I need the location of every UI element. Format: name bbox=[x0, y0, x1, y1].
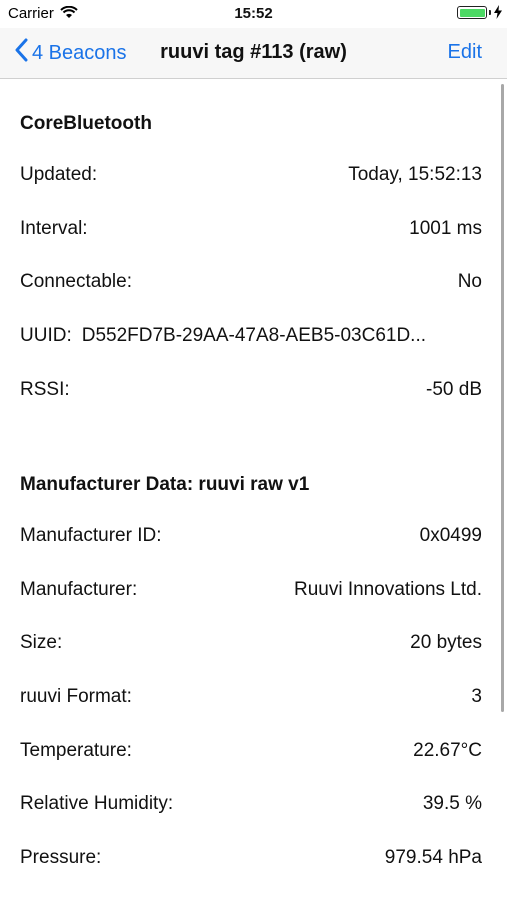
row-label: ruuvi Format: bbox=[20, 686, 132, 707]
row-size: Size: 20 bytes bbox=[20, 632, 482, 660]
vertical-scrollbar[interactable] bbox=[501, 84, 504, 712]
row-label: Manufacturer: bbox=[20, 579, 138, 600]
row-value: D552FD7B-29AA-47A8-AEB5-03C61D... bbox=[81, 325, 427, 346]
row-interval: Interval: 1001 ms bbox=[20, 218, 482, 246]
row-label: Interval: bbox=[20, 218, 88, 239]
chevron-left-icon bbox=[14, 38, 28, 68]
row-manufacturer: Manufacturer: Ruuvi Innovations Ltd. bbox=[20, 579, 482, 607]
row-value: 979.54 hPa bbox=[384, 847, 482, 868]
back-button-label: 4 Beacons bbox=[32, 41, 127, 64]
row-value: No bbox=[457, 271, 482, 292]
row-value: 20 bytes bbox=[410, 632, 482, 653]
navigation-bar: 4 Beacons ruuvi tag #113 (raw) Edit bbox=[0, 28, 507, 79]
edit-button[interactable]: Edit bbox=[448, 41, 482, 64]
row-ruuvi-format: ruuvi Format: 3 bbox=[20, 686, 482, 714]
row-label: Pressure: bbox=[20, 847, 102, 868]
row-label: Updated: bbox=[20, 164, 98, 185]
row-updated: Updated: Today, 15:52:13 bbox=[20, 164, 482, 192]
row-value: 39.5 % bbox=[422, 793, 482, 814]
status-bar: Carrier 15:52 bbox=[0, 0, 507, 28]
section-header-manufacturer: Manufacturer Data: ruuvi raw v1 bbox=[20, 474, 310, 495]
row-manufacturer-id: Manufacturer ID: 0x0499 bbox=[20, 525, 482, 553]
battery-cap bbox=[489, 10, 491, 15]
row-value: 22.67°C bbox=[413, 740, 482, 761]
row-pressure: Pressure: 979.54 hPa bbox=[20, 847, 482, 875]
row-relative-humidity: Relative Humidity: 39.5 % bbox=[20, 793, 482, 821]
row-label: Manufacturer ID: bbox=[20, 525, 162, 546]
row-value: -50 dB bbox=[426, 379, 482, 400]
row-temperature: Temperature: 22.67°C bbox=[20, 740, 482, 768]
row-label: RSSI: bbox=[20, 379, 70, 400]
row-value: 0x0499 bbox=[419, 525, 482, 546]
row-label: Connectable: bbox=[20, 271, 132, 292]
charging-bolt-icon bbox=[494, 5, 502, 24]
detail-list[interactable]: CoreBluetooth Updated: Today, 15:52:13 I… bbox=[0, 79, 507, 900]
row-uuid: UUID: D552FD7B-29AA-47A8-AEB5-03C61D... bbox=[20, 325, 482, 347]
row-label: Relative Humidity: bbox=[20, 793, 174, 814]
row-connectable: Connectable: No bbox=[20, 271, 482, 299]
row-label: UUID: bbox=[20, 325, 72, 346]
row-value: Today, 15:52:13 bbox=[348, 164, 482, 185]
clock: 15:52 bbox=[234, 5, 273, 22]
row-value: 3 bbox=[471, 686, 482, 707]
back-button[interactable]: 4 Beacons bbox=[14, 38, 127, 68]
row-value: 1001 ms bbox=[409, 218, 482, 239]
section-header-corebluetooth: CoreBluetooth bbox=[20, 113, 152, 134]
row-value: Ruuvi Innovations Ltd. bbox=[293, 579, 482, 600]
row-rssi: RSSI: -50 dB bbox=[20, 379, 482, 407]
row-label: Temperature: bbox=[20, 740, 132, 761]
row-label: Size: bbox=[20, 632, 63, 653]
battery-icon bbox=[457, 6, 487, 19]
